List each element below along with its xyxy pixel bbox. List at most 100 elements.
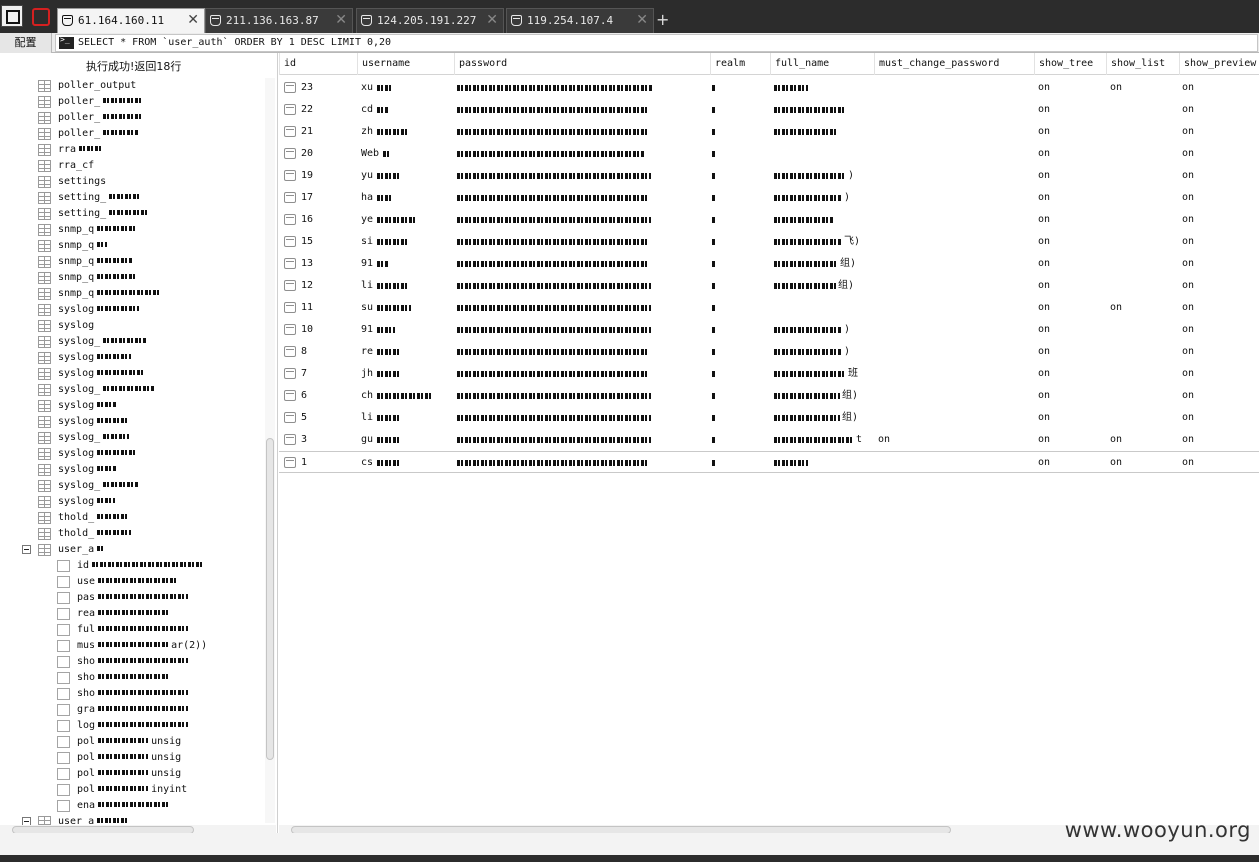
close-tab-icon[interactable]: ✕ [187, 9, 199, 32]
tree-column-item[interactable]: pol unsig [0, 734, 264, 750]
tree-table-item[interactable]: syslog [0, 350, 264, 366]
cell-username[interactable]: yu [361, 165, 373, 187]
cell-show-tree[interactable]: on [1038, 319, 1050, 341]
cell-id[interactable]: 21 [301, 121, 313, 143]
cell-id[interactable]: 10 [301, 319, 313, 341]
grid-horizontal-scrollbar-thumb[interactable] [291, 826, 951, 833]
table-row[interactable]: 22 cd on on [279, 99, 1259, 121]
tree-column-item[interactable]: pol unsig [0, 766, 264, 782]
cell-show-preview[interactable]: on [1182, 143, 1194, 165]
add-tab-icon[interactable]: + [656, 10, 669, 30]
cell-show-tree[interactable]: on [1038, 341, 1050, 363]
cell-show-preview[interactable]: on [1182, 429, 1194, 451]
cell-show-preview[interactable]: on [1182, 253, 1194, 275]
cell-id[interactable]: 16 [301, 209, 313, 231]
cell-username[interactable]: ch [361, 385, 373, 407]
cell-id[interactable]: 19 [301, 165, 313, 187]
cell-show-preview[interactable]: on [1182, 77, 1194, 99]
collapse-icon[interactable] [22, 545, 31, 554]
tree-table-item[interactable]: syslog_ [0, 334, 264, 350]
config-button[interactable]: 配置 [0, 33, 52, 53]
table-row[interactable]: 17 ha) on on [279, 187, 1259, 209]
tree-column-item[interactable]: pol unsig [0, 750, 264, 766]
cell-show-tree[interactable]: on [1038, 297, 1050, 319]
column-header-show-tree[interactable]: show_tree [1034, 53, 1093, 75]
cell-show-tree[interactable]: on [1038, 165, 1050, 187]
cell-show-tree[interactable]: on [1038, 363, 1050, 385]
cell-show-list[interactable]: on [1110, 297, 1122, 319]
cell-show-tree[interactable]: on [1038, 209, 1050, 231]
cell-show-tree[interactable]: on [1038, 275, 1050, 297]
new-connection-icon[interactable] [29, 5, 51, 27]
cell-username[interactable]: jh [361, 363, 373, 385]
tree-column-item[interactable]: log [0, 718, 264, 734]
close-tab-icon[interactable]: ✕ [335, 9, 347, 32]
tree-table-item[interactable]: setting_ [0, 206, 264, 222]
cell-id[interactable]: 11 [301, 297, 313, 319]
cell-show-preview[interactable]: on [1182, 341, 1194, 363]
tree-table-item[interactable]: snmp_q [0, 286, 264, 302]
cell-id[interactable]: 6 [301, 385, 307, 407]
table-row[interactable]: 19 yu) on on [279, 165, 1259, 187]
tree-table-item[interactable]: rra [0, 142, 264, 158]
tree-column-item[interactable]: gra [0, 702, 264, 718]
tab-connection-4[interactable]: 119.254.107.4 ✕ [506, 8, 654, 33]
tree-table-item[interactable]: settings [0, 174, 264, 190]
tree-column-item[interactable]: use [0, 574, 264, 590]
app-menu-icon[interactable] [1, 5, 23, 27]
cell-id[interactable]: 8 [301, 341, 307, 363]
table-row[interactable]: 1 cs on on on [279, 451, 1259, 473]
cell-id[interactable]: 7 [301, 363, 307, 385]
cell-username[interactable]: cs [361, 452, 373, 474]
cell-show-preview[interactable]: on [1182, 275, 1194, 297]
tree-table-item[interactable]: snmp_q [0, 222, 264, 238]
sql-input[interactable]: SELECT * FROM `user_auth` ORDER BY 1 DES… [55, 34, 1258, 52]
cell-show-list[interactable]: on [1110, 77, 1122, 99]
cell-show-tree[interactable]: on [1038, 429, 1050, 451]
tree-table-item[interactable]: rra_cf [0, 158, 264, 174]
tree-column-item[interactable]: sho [0, 686, 264, 702]
cell-id[interactable]: 15 [301, 231, 313, 253]
cell-username[interactable]: 91 [361, 319, 373, 341]
tree-column-item[interactable]: pol inyint [0, 782, 264, 798]
tree-table-item[interactable]: setting_ [0, 190, 264, 206]
table-row[interactable]: 6 ch 组) on on [279, 385, 1259, 407]
cell-show-tree[interactable]: on [1038, 143, 1050, 165]
cell-show-tree[interactable]: on [1038, 121, 1050, 143]
cell-username[interactable]: su [361, 297, 373, 319]
tree-column-item[interactable]: rea [0, 606, 264, 622]
cell-show-tree[interactable]: on [1038, 187, 1050, 209]
table-row[interactable]: 20 Web on on [279, 143, 1259, 165]
cell-show-list[interactable]: on [1110, 429, 1122, 451]
tree-column-item[interactable]: sho [0, 654, 264, 670]
tree-table-item[interactable]: snmp_q [0, 254, 264, 270]
cell-show-preview[interactable]: on [1182, 187, 1194, 209]
cell-id[interactable]: 17 [301, 187, 313, 209]
tree-column-item[interactable]: ful [0, 622, 264, 638]
tree-column-item[interactable]: pas [0, 590, 264, 606]
cell-show-tree[interactable]: on [1038, 452, 1050, 474]
close-tab-icon[interactable]: ✕ [636, 9, 648, 32]
cell-username[interactable]: 91 [361, 253, 373, 275]
table-row[interactable]: 5 li 组) on on [279, 407, 1259, 429]
column-header-id[interactable]: id [279, 53, 296, 75]
table-row[interactable]: 7 jh 班 on on [279, 363, 1259, 385]
cell-show-preview[interactable]: on [1182, 209, 1194, 231]
tree-table-item[interactable]: thold_ [0, 526, 264, 542]
cell-username[interactable]: re [361, 341, 373, 363]
tree-column-item[interactable]: ena [0, 798, 264, 814]
cell-show-preview[interactable]: on [1182, 297, 1194, 319]
cell-show-tree[interactable]: on [1038, 231, 1050, 253]
cell-id[interactable]: 1 [301, 452, 307, 474]
column-header-show-preview[interactable]: show_preview [1179, 53, 1256, 75]
cell-username[interactable]: xu [361, 77, 373, 99]
tab-connection-1[interactable]: 61.164.160.11 ✕ [57, 8, 205, 33]
table-row[interactable]: 15 si 飞) on on [279, 231, 1259, 253]
tree-table-item[interactable]: thold_ [0, 510, 264, 526]
cell-username[interactable]: li [361, 275, 373, 297]
column-header-must-change-password[interactable]: must_change_password [874, 53, 999, 75]
cell-id[interactable]: 23 [301, 77, 313, 99]
cell-show-preview[interactable]: on [1182, 407, 1194, 429]
tree-table-item[interactable]: snmp_q [0, 270, 264, 286]
tree-table-item-expanded[interactable]: user_a [0, 542, 264, 558]
